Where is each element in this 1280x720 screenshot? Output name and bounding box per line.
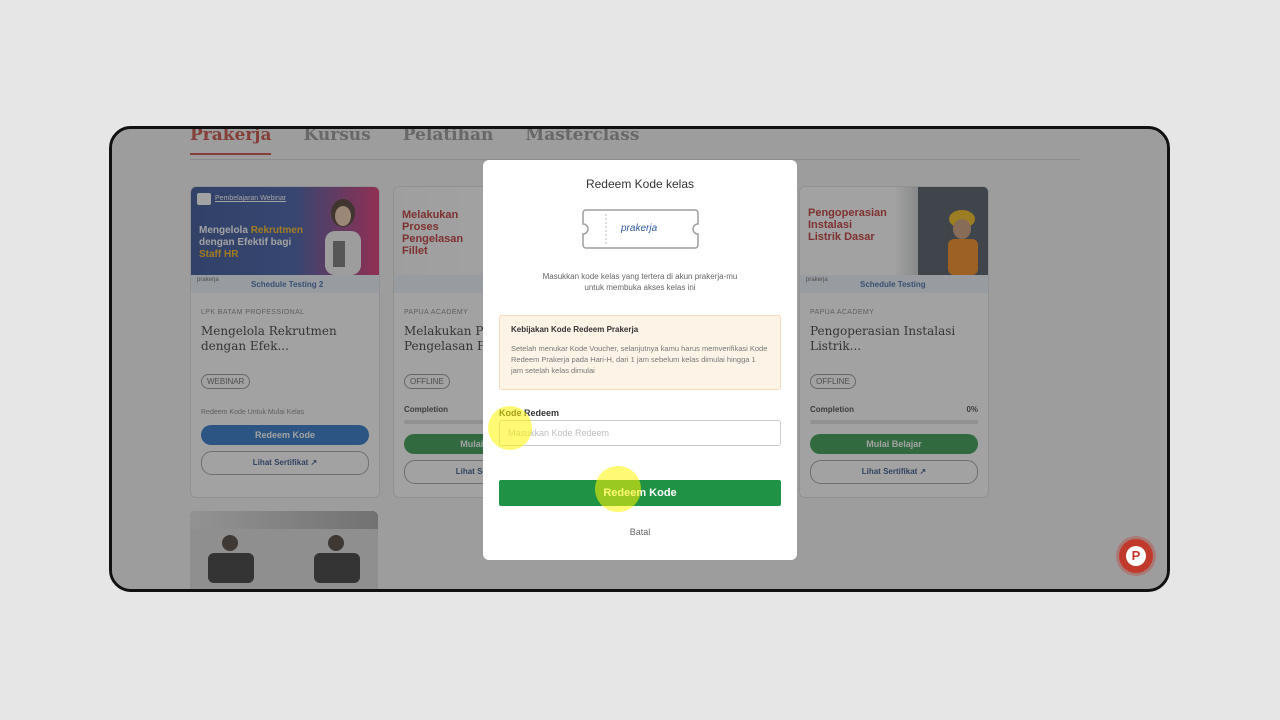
p-logo-icon: P bbox=[1126, 546, 1146, 566]
modal-title: Redeem Kode kelas bbox=[585, 177, 695, 191]
chat-fab-button[interactable]: P bbox=[1119, 539, 1153, 573]
policy-notice: Kebijakan Kode Redeem Prakerja Setelah m… bbox=[499, 315, 781, 390]
modal-subtitle: Masukkan kode kelas yang tertera di akun… bbox=[542, 272, 738, 292]
redeem-modal: Redeem Kode kelas prakerja Masukkan kode… bbox=[483, 160, 797, 560]
click-highlight bbox=[488, 406, 532, 450]
policy-text: Setelah menukar Kode Voucher, selanjutny… bbox=[511, 344, 768, 375]
cancel-link[interactable]: Batal bbox=[483, 527, 797, 537]
redeem-code-input[interactable] bbox=[499, 420, 781, 446]
prakerja-logo: prakerja bbox=[621, 223, 658, 234]
click-highlight bbox=[595, 466, 641, 512]
policy-title: Kebijakan Kode Redeem Prakerja bbox=[511, 325, 639, 334]
